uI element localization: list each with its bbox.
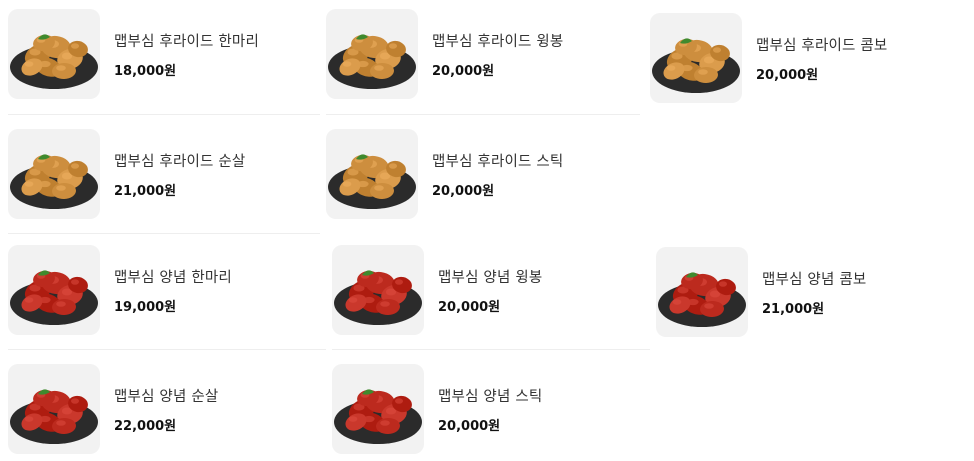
menu-item-name: 맵부심 후라이드 순살 [114,153,246,170]
row-divider [332,349,650,350]
chicken-highlight-shape [71,163,79,169]
row-divider [8,349,326,350]
menu-item-name: 맵부심 양념 윙봉 [438,269,543,286]
chicken-highlight-shape [71,398,79,404]
fried-chicken-boneless-image [8,129,100,219]
fried-chicken-combo-image [650,13,742,103]
food-illustration [10,154,98,209]
chicken-highlight-shape [56,185,66,191]
menu-item-price: 20,000원 [438,418,501,434]
menu-item[interactable]: 맵부심 후라이드 스틱 20,000원 [326,129,563,219]
seasoned-chicken-stick-image [332,364,424,454]
menu-item-name: 맵부심 양념 한마리 [114,269,232,286]
chicken-highlight-shape [342,61,352,67]
food-illustration [328,154,416,209]
chicken-highlight-shape [389,163,397,169]
menu-item-price: 20,000원 [756,67,819,83]
food-illustration [10,389,98,444]
menu-item[interactable]: 맵부심 후라이드 순살 21,000원 [8,129,245,219]
chicken-highlight-shape [71,43,79,49]
chicken-highlight-shape [698,69,708,75]
menu-item-price: 18,000원 [114,63,177,79]
food-illustration [334,389,422,444]
menu-item[interactable]: 맵부심 양념 스틱 20,000원 [332,364,542,454]
menu-item-price: 21,000원 [114,183,177,199]
chicken-highlight-shape [395,398,403,404]
chicken-highlight-shape [389,43,397,49]
menu-item[interactable]: 맵부심 양념 순살 22,000원 [8,364,218,454]
chicken-highlight-shape [713,47,721,53]
seasoned-chicken-boneless-image [8,364,100,454]
chicken-highlight-shape [666,65,676,71]
chicken-highlight-shape [704,303,714,309]
menu-item-price: 20,000원 [432,63,495,79]
menu-item-price: 21,000원 [762,301,825,317]
menu-item[interactable]: 맵부심 양념 콤보 21,000원 [656,247,866,337]
fried-chicken-stick-image [326,129,418,219]
chicken-highlight-shape [56,301,66,307]
menu-item[interactable]: 맵부심 후라이드 콤보 20,000원 [650,13,887,103]
menu-item-name: 맵부심 양념 순살 [114,388,219,405]
seasoned-chicken-wings-image [332,245,424,335]
menu-item-name: 맵부심 후라이드 스틱 [432,153,564,170]
menu-item-name: 맵부심 양념 콤보 [762,271,867,288]
chicken-highlight-shape [71,279,79,285]
chicken-highlight-shape [395,279,403,285]
food-illustration [10,34,98,89]
menu-item-name: 맵부심 양념 스틱 [438,388,543,405]
chicken-highlight-shape [56,420,66,426]
menu-item-name: 맵부심 후라이드 윙봉 [432,33,564,50]
chicken-highlight-shape [24,61,34,67]
chicken-highlight-shape [374,65,384,71]
chicken-highlight-shape [719,281,727,287]
seasoned-chicken-combo-image [656,247,748,337]
row-divider [8,114,320,115]
chicken-highlight-shape [342,181,352,187]
fried-chicken-whole-image [8,9,100,99]
seasoned-chicken-whole-image [8,245,100,335]
row-divider [8,233,320,234]
chicken-highlight-shape [374,185,384,191]
menu-item-price: 20,000원 [432,183,495,199]
food-illustration [10,270,98,325]
menu-item[interactable]: 맵부심 후라이드 한마리 18,000원 [8,9,259,99]
menu-item-price: 19,000원 [114,299,177,315]
chicken-highlight-shape [24,181,34,187]
menu-item-price: 20,000원 [438,299,501,315]
chicken-highlight-shape [56,65,66,71]
chicken-highlight-shape [348,297,358,303]
chicken-highlight-shape [348,416,358,422]
row-divider [326,114,640,115]
menu-item-price: 22,000원 [114,418,177,434]
menu-item[interactable]: 맵부심 양념 윙봉 20,000원 [332,245,542,335]
chicken-highlight-shape [672,299,682,305]
menu-item[interactable]: 맵부심 후라이드 윙봉 20,000원 [326,9,563,99]
chicken-highlight-shape [380,301,390,307]
food-illustration [334,270,422,325]
menu-item[interactable]: 맵부심 양념 한마리 19,000원 [8,245,232,335]
fried-chicken-wings-image [326,9,418,99]
chicken-highlight-shape [24,297,34,303]
food-illustration [658,272,746,327]
menu-item-name: 맵부심 후라이드 한마리 [114,33,260,50]
chicken-highlight-shape [380,420,390,426]
food-illustration [652,38,740,93]
food-illustration [328,34,416,89]
menu-item-name: 맵부심 후라이드 콤보 [756,37,888,54]
chicken-highlight-shape [24,416,34,422]
